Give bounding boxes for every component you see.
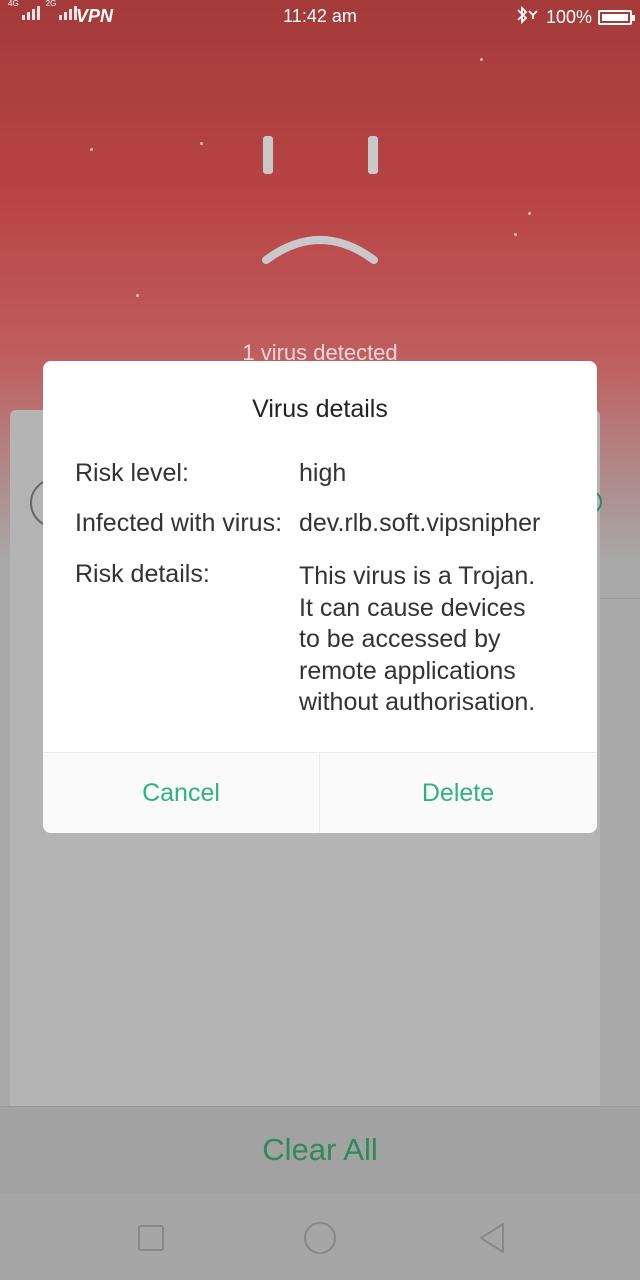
sparkle-dot — [528, 212, 531, 215]
square-icon[interactable] — [127, 1214, 175, 1262]
battery-icon — [598, 10, 635, 25]
sparkle-dot — [514, 233, 517, 236]
battery-percent: 100% — [545, 7, 592, 27]
virus-details-dialog: Virus details Risk level: high Infected … — [43, 361, 597, 833]
risk-details-line: remote applications — [299, 656, 516, 685]
back-triangle-icon[interactable] — [468, 1214, 516, 1262]
risk-details-line: without authorisation. — [299, 688, 536, 716]
infected-value: dev.rlb.soft.vipsnipher — [299, 509, 541, 537]
sad-face-right-eye — [368, 136, 378, 174]
divider — [600, 598, 640, 599]
delete-button[interactable]: Delete — [320, 753, 596, 833]
risk-details-line: It can cause devices — [299, 593, 526, 622]
sparkle-dot — [480, 58, 483, 61]
risk-details-label: Risk details: — [75, 560, 210, 588]
sad-face-mouth-icon — [262, 236, 378, 264]
risk-details-value: This virus is a Trojan. It can cause dev… — [299, 561, 579, 719]
risk-level-label: Risk level: — [75, 459, 189, 487]
risk-level-value: high — [299, 459, 347, 487]
infected-label: Infected with virus: — [75, 509, 283, 537]
clear-all-button[interactable]: Clear All — [0, 1120, 640, 1180]
status-bar: 4G 2G VPN 11:42 am 100% — [0, 0, 640, 34]
sad-face-left-eye — [263, 136, 273, 174]
bluetooth-icon — [514, 5, 540, 30]
risk-details-line: to be accessed by — [299, 625, 501, 653]
dialog-title: Virus details — [252, 395, 388, 423]
sparkle-dot — [136, 294, 139, 297]
risk-details-line: This virus is a Trojan. — [299, 562, 536, 590]
cancel-button[interactable]: Cancel — [43, 753, 319, 833]
sparkle-dot — [200, 142, 203, 145]
dialog-button-bar: Cancel Delete — [43, 752, 597, 833]
circle-icon[interactable] — [296, 1214, 344, 1262]
sparkle-dot — [90, 148, 93, 151]
navigation-bar — [0, 1194, 640, 1280]
